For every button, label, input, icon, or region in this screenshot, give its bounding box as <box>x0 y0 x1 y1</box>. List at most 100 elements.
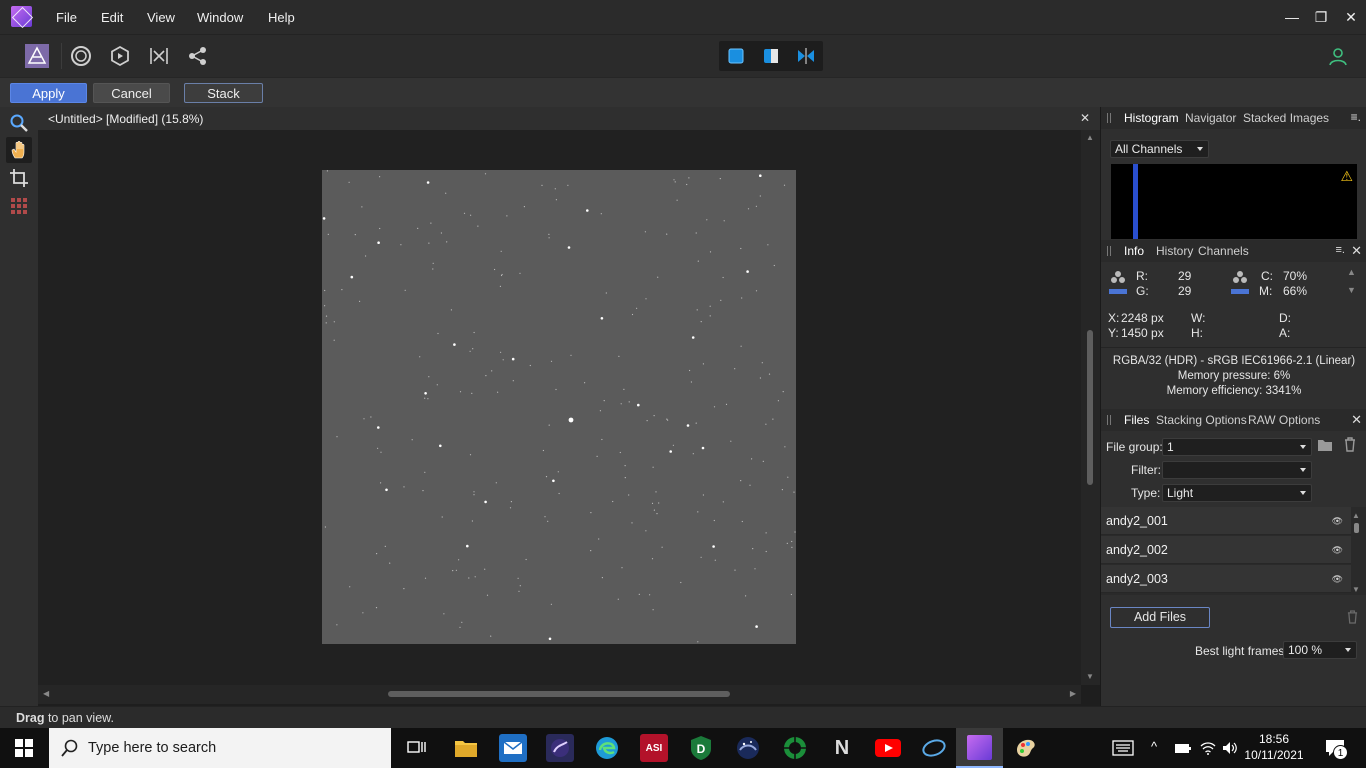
eye-icon[interactable]: 👁 <box>1332 574 1343 585</box>
star <box>686 183 688 186</box>
tab-stacking-options[interactable]: Stacking Options <box>1156 413 1247 427</box>
cortana-icon[interactable] <box>920 734 948 762</box>
scroll-down-icon[interactable]: ▼ <box>1086 672 1094 681</box>
asi-studio-icon[interactable]: ASI <box>640 734 668 762</box>
cancel-button[interactable]: Cancel <box>93 83 170 103</box>
develop-persona-icon[interactable] <box>106 42 134 70</box>
eye-icon[interactable]: 👁 <box>1332 545 1343 556</box>
close-panel-icon[interactable]: ✕ <box>1351 243 1362 259</box>
tab-channels[interactable]: Channels <box>1198 244 1249 258</box>
scroll-up-icon[interactable]: ▲ <box>1086 133 1094 142</box>
panel-menu-icon[interactable]: ≡. <box>1351 110 1361 124</box>
clock-time[interactable]: 18:56 <box>1251 732 1297 746</box>
panel-menu-icon[interactable]: ≡. <box>1336 244 1345 256</box>
vertical-scroll-thumb[interactable] <box>1087 330 1093 485</box>
youtube-icon[interactable] <box>874 734 902 762</box>
tone-mapping-persona-icon[interactable] <box>145 42 173 70</box>
close-window-button[interactable]: ✕ <box>1336 7 1366 27</box>
tab-history[interactable]: History <box>1156 244 1193 258</box>
color-picker-icon[interactable] <box>1109 270 1127 296</box>
horizontal-scrollbar[interactable]: ◀ ▶ <box>38 685 1081 704</box>
star <box>692 453 694 455</box>
battery-icon[interactable] <box>1174 741 1192 755</box>
windows-start-icon[interactable] <box>15 739 33 757</box>
stack-button[interactable]: Stack <box>184 83 263 103</box>
tab-files[interactable]: Files <box>1118 409 1155 431</box>
color-picker-icon-2[interactable] <box>1231 270 1249 296</box>
star <box>491 370 493 372</box>
info-scroll-down-icon[interactable]: ▼ <box>1347 285 1356 295</box>
affinity-photo-taskbar-item[interactable] <box>956 728 1003 768</box>
file-group-select[interactable]: 1 <box>1162 438 1312 456</box>
canvas[interactable] <box>38 130 1081 685</box>
mail-icon[interactable] <box>499 734 527 762</box>
d-app-icon[interactable]: D <box>687 734 715 762</box>
horizontal-scroll-thumb[interactable] <box>388 691 730 697</box>
account-icon[interactable] <box>1322 42 1354 70</box>
apply-button[interactable]: Apply <box>10 83 87 103</box>
file-scroll-up-icon[interactable]: ▲ <box>1352 511 1360 520</box>
tab-raw-options[interactable]: RAW Options <box>1248 413 1320 427</box>
sharpcap-icon[interactable] <box>781 734 809 762</box>
n-app-icon[interactable]: N <box>828 734 856 762</box>
tab-navigator[interactable]: Navigator <box>1185 111 1236 125</box>
menu-view[interactable]: View <box>147 10 175 25</box>
single-view-icon[interactable] <box>722 42 750 70</box>
list-item[interactable]: andy2_002 👁 <box>1101 536 1351 564</box>
star <box>783 184 786 186</box>
split-view-icon[interactable] <box>757 42 785 70</box>
menu-help[interactable]: Help <box>268 10 295 25</box>
edge-icon[interactable] <box>593 734 621 762</box>
tab-info[interactable]: Info <box>1118 240 1150 262</box>
type-select[interactable]: Light <box>1162 484 1312 502</box>
remove-file-icon[interactable] <box>1347 610 1358 624</box>
crop-tool-icon[interactable] <box>6 165 32 191</box>
tab-histogram[interactable]: Histogram <box>1119 107 1184 129</box>
liquify-persona-icon[interactable] <box>67 42 95 70</box>
channel-select[interactable]: All Channels <box>1110 140 1209 158</box>
menu-edit[interactable]: Edit <box>101 10 123 25</box>
add-files-button[interactable]: Add Files <box>1110 607 1210 628</box>
file-scroll-down-icon[interactable]: ▼ <box>1352 585 1360 594</box>
mirror-view-icon[interactable] <box>792 42 820 70</box>
tab-stacked-images[interactable]: Stacked Images <box>1243 111 1329 125</box>
clock-date[interactable]: 10/11/2021 <box>1243 748 1305 762</box>
info-scroll-up-icon[interactable]: ▲ <box>1347 267 1356 277</box>
list-item[interactable]: andy2_001 👁 <box>1101 507 1351 535</box>
close-panel-icon[interactable]: ✕ <box>1351 412 1362 428</box>
zoom-tool-icon[interactable] <box>6 110 32 136</box>
volume-icon[interactable] <box>1222 740 1238 756</box>
restore-button[interactable]: ❐ <box>1306 7 1336 27</box>
document-tab[interactable]: <Untitled> [Modified] (15.8%) ✕ <box>38 107 1100 130</box>
export-persona-icon[interactable] <box>184 42 212 70</box>
menu-file[interactable]: File <box>56 10 77 25</box>
photo-persona-icon[interactable] <box>23 42 51 70</box>
delete-group-icon[interactable] <box>1344 437 1356 452</box>
keyboard-icon[interactable] <box>1112 740 1134 756</box>
nina-icon[interactable] <box>734 734 762 762</box>
task-view-icon[interactable] <box>403 734 431 762</box>
file-scroll-thumb[interactable] <box>1354 523 1359 533</box>
hand-tool-icon[interactable] <box>6 137 32 163</box>
scroll-right-icon[interactable]: ▶ <box>1070 689 1076 698</box>
close-document-button[interactable]: ✕ <box>1080 111 1090 125</box>
paint-icon[interactable] <box>1012 734 1040 762</box>
wifi-icon[interactable] <box>1200 740 1216 756</box>
star <box>453 343 456 346</box>
scroll-left-icon[interactable]: ◀ <box>43 689 49 698</box>
chevron-up-icon[interactable]: ^ <box>1151 739 1157 754</box>
taskbar-search-input[interactable]: Type here to search <box>49 728 391 768</box>
filter-select[interactable] <box>1162 461 1312 479</box>
folder-icon[interactable] <box>1317 438 1333 452</box>
list-item[interactable]: andy2_003 👁 <box>1101 565 1351 593</box>
vertical-scrollbar[interactable]: ▲ ▼ <box>1081 130 1100 685</box>
minimize-button[interactable]: — <box>1277 7 1307 27</box>
grid-tool-icon[interactable] <box>6 193 32 219</box>
eye-icon[interactable]: 👁 <box>1332 516 1343 527</box>
best-frames-select[interactable]: 100 % <box>1283 641 1357 659</box>
star <box>673 179 675 181</box>
deep-sky-stacker-icon[interactable] <box>546 734 574 762</box>
file-explorer-icon[interactable] <box>452 734 480 762</box>
menu-window[interactable]: Window <box>197 10 243 25</box>
star <box>688 177 690 179</box>
